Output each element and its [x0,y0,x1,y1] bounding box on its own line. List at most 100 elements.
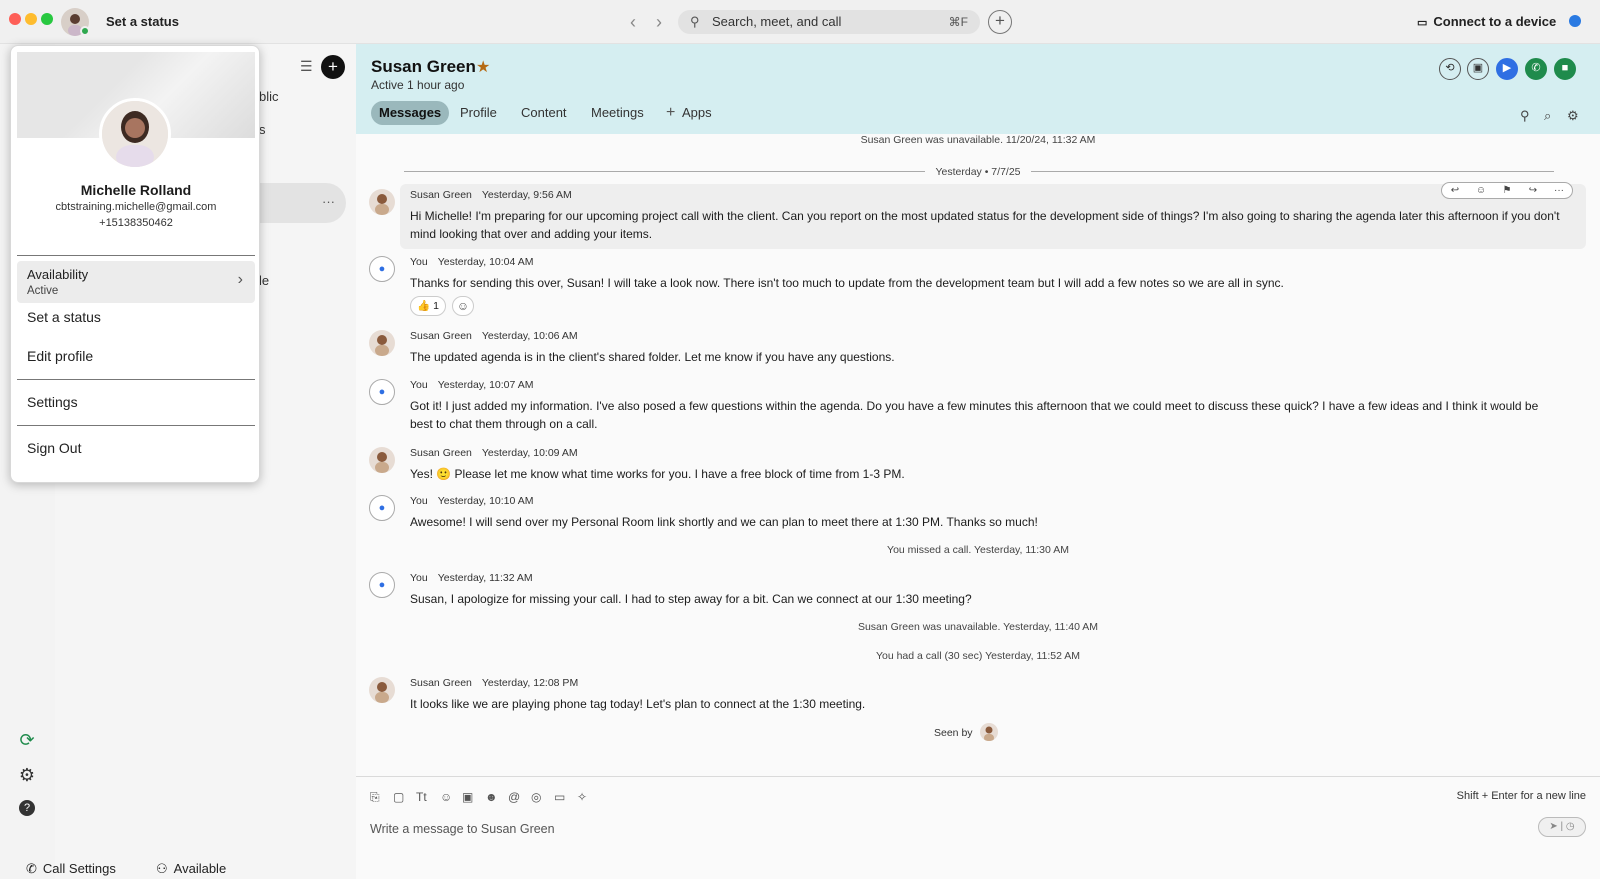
tab-content[interactable]: Content [513,101,575,125]
gif-icon[interactable]: ▣ [462,790,473,804]
favorite-star-icon[interactable]: ★ [476,57,490,77]
video-message-icon[interactable]: ▭ [554,790,565,804]
zoom-window-button[interactable] [41,13,53,25]
add-reaction-icon[interactable]: ☺ [452,296,474,316]
back-arrow-icon[interactable]: ‹ [623,12,643,33]
new-item-button[interactable]: + [988,10,1012,34]
date-divider: Yesterday • 7/7/25 [356,163,1600,178]
tab-apps[interactable]: + Apps [660,101,720,125]
join-meeting-icon[interactable]: ▶ [1496,58,1518,80]
forward-icon[interactable]: ↪ [1520,183,1546,198]
attach-icon[interactable]: ⎘ [370,790,380,805]
more-options-icon[interactable]: ··· [322,194,335,209]
sticker-icon[interactable]: ☻ [485,790,498,804]
forward-arrow-icon[interactable]: › [649,12,669,33]
flag-icon[interactable]: ⚑ [1494,183,1520,198]
reply-icon[interactable]: ↩ [1442,183,1468,198]
minimize-window-button[interactable] [25,13,37,25]
compose-area: ⎘ ▢ Tt ☺ ▣ ☻ @ ◎ ▭ ✧ Shift + Enter for a… [356,776,1600,879]
message-input[interactable] [370,819,1490,839]
message-text: The updated agenda is in the client's sh… [410,350,895,364]
avatar[interactable] [369,330,395,356]
audio-call-icon[interactable]: ✆ [1525,58,1547,80]
send-button[interactable]: ➤ | ◷ [1538,817,1586,837]
mention-icon[interactable]: @ [508,790,520,804]
message-meta: Susan Green Yesterday, 10:06 AM [410,330,578,342]
system-message: You had a call (30 sec) Yesterday, 11:52… [875,650,1081,662]
format-text-icon[interactable]: Tt [416,790,427,804]
message-list[interactable]: Susan Green was unavailable. 11/20/24, 1… [356,134,1600,776]
sender-name: You [410,572,428,584]
app-status-icon[interactable] [1569,15,1581,27]
tab-profile[interactable]: Profile [452,101,505,125]
tab-messages[interactable]: Messages [371,101,450,125]
availability-menu-item[interactable]: Availability Active › [17,261,255,303]
search-bar[interactable]: ⚲ Search, meet, and call ⌘F [678,10,980,34]
menu-item-settings[interactable]: Settings [27,394,78,410]
video-call-icon[interactable]: ■ [1554,58,1576,80]
message-text: It looks like we are playing phone tag t… [410,697,866,711]
profile-avatar[interactable] [99,98,171,170]
call-settings-label: Call Settings [42,861,116,876]
share-screen-icon[interactable]: ⟲ [1439,58,1461,80]
tab-meetings[interactable]: Meetings [583,101,652,125]
message-time: Yesterday, 11:32 AM [437,572,533,584]
avatar[interactable] [369,189,395,215]
message-time: Yesterday, 10:06 AM [481,330,578,342]
connect-device-label: Connect to a device [1433,14,1557,29]
chat-header: Susan Green ★ Active 1 hour ago Messages… [356,44,1600,134]
help-icon[interactable]: ? [19,800,35,816]
message-meta: You Yesterday, 10:10 AM [410,495,533,507]
my-message-avatar[interactable]: ● [369,495,395,521]
sender-name: Susan Green [410,330,472,342]
close-window-button[interactable] [9,13,21,25]
schedule-send-icon: ◷ [1565,821,1575,832]
availability-icon: ⚇ [156,861,168,876]
avatar[interactable] [369,447,395,473]
message-meta: You Yesterday, 10:07 AM [410,379,533,391]
menu-item-edit-profile[interactable]: Edit profile [27,348,93,364]
message-text: Thanks for sending this over, Susan! I w… [410,276,1284,290]
add-conversation-button[interactable]: + [321,55,345,79]
schedule-meeting-icon[interactable]: ▣ [1467,58,1489,80]
reaction-chip[interactable]: 👍 1 [410,296,446,316]
avatar[interactable] [369,677,395,703]
available-status-button[interactable]: ⚇ Available [156,861,226,877]
giphy-icon[interactable]: ◎ [531,790,541,804]
react-icon[interactable]: ☺ [1468,183,1494,198]
filter-icon[interactable]: ☰ [300,58,313,75]
space-item-fragment[interactable]: le [259,273,269,288]
my-message-avatar[interactable]: ● [369,379,395,405]
space-settings-icon[interactable]: ⚙ [1567,108,1579,124]
emoji-icon[interactable]: ☺ [440,790,452,804]
system-message: You missed a call. Yesterday, 11:30 AM [887,544,1069,556]
ai-assist-icon[interactable]: ✧ [577,790,587,804]
profile-name: Michelle Rolland [80,182,192,198]
connect-device-button[interactable]: ▭ Connect to a device [1417,14,1556,29]
call-settings-button[interactable]: ✆ Call Settings [26,861,116,877]
seen-by-label: Seen by [934,727,973,739]
system-message: Susan Green was unavailable. Yesterday, … [857,621,1099,633]
seen-by-avatar[interactable] [980,723,998,741]
screenshot-icon[interactable]: ▢ [393,790,404,804]
my-message-avatar[interactable]: ● [369,256,395,282]
date-divider-label: Yesterday • 7/7/25 [925,166,1031,178]
message-time: Yesterday, 12:08 PM [481,677,579,689]
more-icon[interactable]: ··· [1546,183,1572,198]
space-item-fragment[interactable]: blic [259,89,279,104]
search-messages-icon[interactable]: ⌕ [1544,108,1551,124]
set-status-link[interactable]: Set a status [106,14,179,29]
divider [17,425,255,426]
message-time: Yesterday, 10:04 AM [437,256,534,268]
sender-name: You [410,256,428,268]
gear-icon[interactable]: ⚙ [17,765,37,786]
menu-item-sign-out[interactable]: Sign Out [27,440,81,456]
sync-icon[interactable]: ⟳ [17,730,37,751]
message-meta: Susan Green Yesterday, 10:09 AM [410,447,578,459]
my-message-avatar[interactable]: ● [369,572,395,598]
pin-icon[interactable]: ⚲ [1520,108,1530,124]
sender-name: Susan Green [410,447,472,459]
menu-item-set-status[interactable]: Set a status [27,309,101,325]
sender-name: You [410,495,428,507]
message-time: Yesterday, 10:07 AM [437,379,534,391]
